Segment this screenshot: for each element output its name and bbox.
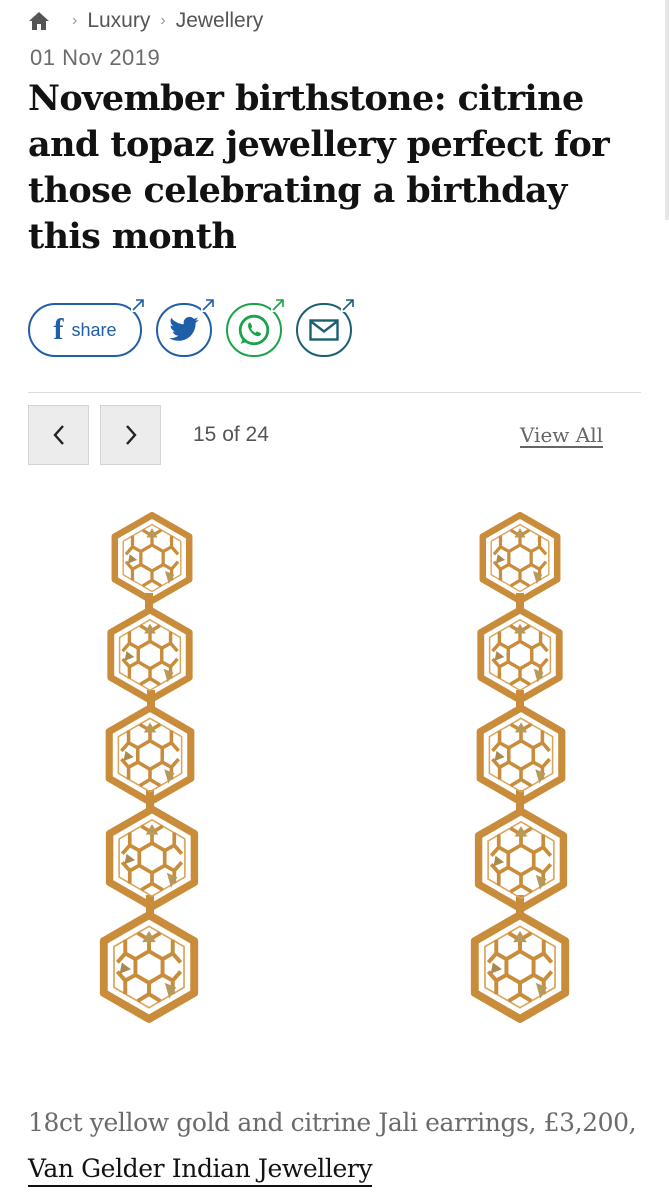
view-all-link[interactable]: View All: [520, 423, 603, 447]
divider: [28, 392, 641, 393]
breadcrumb: › Luxury › Jewellery: [28, 6, 263, 36]
email-icon: [309, 319, 339, 341]
facebook-share-button[interactable]: f share: [28, 298, 145, 357]
earrings-image[interactable]: [28, 500, 641, 1060]
chevron-right-icon: ›: [160, 12, 166, 29]
next-button[interactable]: [100, 405, 161, 465]
twitter-icon: [169, 316, 199, 341]
facebook-icon: f: [53, 313, 64, 346]
whatsapp-share-button[interactable]: [226, 298, 285, 357]
external-arrow-icon: [201, 298, 215, 312]
email-share-button[interactable]: [296, 298, 355, 357]
share-bar: f share: [28, 298, 355, 360]
external-arrow-icon: [341, 298, 355, 312]
chevron-right-icon: ›: [72, 12, 78, 29]
twitter-share-button[interactable]: [156, 298, 215, 357]
external-arrow-icon: [131, 298, 145, 312]
home-icon[interactable]: [28, 11, 50, 31]
breadcrumb-luxury[interactable]: Luxury: [87, 9, 150, 33]
publish-date: 01 Nov 2019: [30, 45, 161, 70]
chevron-left-icon: [52, 425, 64, 445]
image-caption: 18ct yellow gold and citrine Jali earrin…: [28, 1100, 648, 1192]
whatsapp-icon: [238, 314, 270, 346]
caption-text: 18ct yellow gold and citrine Jali earrin…: [28, 1108, 637, 1137]
external-arrow-icon: [271, 298, 285, 312]
gallery-counter: 15 of 24: [193, 423, 269, 446]
gallery-navigation: 15 of 24 View All: [28, 405, 641, 465]
scrollbar-track[interactable]: [665, 0, 669, 220]
article-headline: November birthstone: citrine and topaz j…: [28, 78, 610, 257]
breadcrumb-jewellery[interactable]: Jewellery: [176, 9, 264, 33]
right-earring: [475, 515, 565, 1019]
previous-button[interactable]: [28, 405, 89, 465]
chevron-right-icon: [125, 425, 137, 445]
left-earring: [104, 515, 195, 1019]
retailer-link[interactable]: Van Gelder Indian Jewellery: [28, 1154, 373, 1187]
facebook-share-label: share: [71, 319, 117, 340]
